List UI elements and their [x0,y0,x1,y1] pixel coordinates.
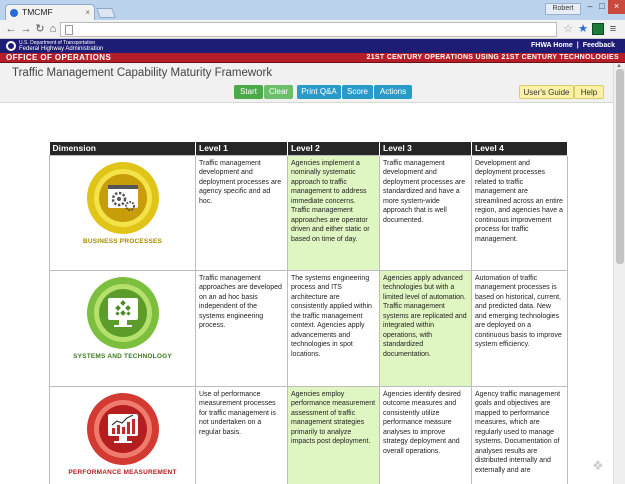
minimize-icon[interactable]: – [584,0,596,14]
table-row: SYSTEMS AND TECHNOLOGY Traffic managemen… [49,269,568,387]
tab-close-icon[interactable]: × [85,5,90,20]
level-3-cell[interactable]: Agencies apply advanced technologies but… [379,269,472,387]
header-level-1: Level 1 [195,142,288,155]
header-level-2: Level 2 [287,142,380,155]
favicon-icon [10,9,18,17]
help-button[interactable]: Help [574,85,604,99]
dimension-cell: BUSINESS PROCESSES [49,154,196,271]
reload-icon[interactable]: ↻ [33,22,47,36]
start-button[interactable]: Start [234,85,263,99]
link-separator: | [576,42,579,49]
business-processes-icon [86,161,159,234]
browser-tab[interactable]: TMCMF Assessment × [5,4,95,32]
level-3-cell[interactable]: Agencies identify desired outcome measur… [379,385,472,484]
home-icon[interactable]: ⌂ [46,22,60,36]
office-banner: OFFICE OF OPERATIONS 21ST CENTURY OPERAT… [0,53,625,63]
level-3-cell[interactable]: Traffic management development and deplo… [379,154,472,271]
page-icon [65,25,73,35]
office-name[interactable]: OFFICE OF OPERATIONS [6,53,111,63]
share-icon[interactable]: ❖ [592,458,604,474]
extension-icon[interactable] [592,23,604,35]
header-level-3: Level 3 [379,142,472,155]
performance-measurement-icon [86,392,159,465]
header-links: FHWA Home | Feedback [529,41,617,51]
maximize-icon[interactable]: □ [596,0,608,14]
dimension-cell: SYSTEMS AND TECHNOLOGY [49,269,196,387]
browser-titlebar: TMCMF Assessment × Robert – □ × [0,0,625,32]
level-4-cell[interactable]: Development and deployment processes rel… [471,154,568,271]
header-level-4: Level 4 [471,142,568,155]
feedback-link[interactable]: Feedback [581,42,617,49]
agency-name: Federal Highway Administration [19,46,104,52]
scroll-thumb[interactable] [616,69,624,264]
star-outline-icon[interactable]: ☆ [562,23,574,35]
dimension-cell: PERFORMANCE MEASUREMENT [49,385,196,484]
forward-icon[interactable]: → [19,22,33,36]
maturity-table: Dimension Level 1 Level 2 Level 3 Level … [49,142,568,484]
print-qa-button[interactable]: Print Q&A [297,85,341,99]
level-4-cell[interactable]: Agency traffic management goals and obje… [471,385,568,484]
clear-button[interactable]: Clear [264,85,293,99]
browser-toolbar: ← → ↻ ⌂ ☆ ★ ≡ [0,20,625,39]
level-1-cell[interactable]: Use of performance measurement processes… [195,385,288,484]
new-tab-button[interactable] [96,8,116,18]
table-row: PERFORMANCE MEASUREMENT Use of performan… [49,385,568,484]
actions-button[interactable]: Actions [374,85,412,99]
fhwa-home-link[interactable]: FHWA Home [529,42,575,49]
star-filled-icon[interactable]: ★ [577,23,589,35]
level-1-cell[interactable]: Traffic management approaches are develo… [195,269,288,387]
level-2-cell[interactable]: Agencies employ performance measurement … [287,385,380,484]
users-guide-button[interactable]: User's Guide [519,85,574,99]
menu-icon[interactable]: ≡ [607,23,619,35]
back-icon[interactable]: ← [4,22,18,36]
profile-button[interactable]: Robert [545,3,581,15]
title-area: Traffic Management Capability Maturity F… [0,63,613,103]
close-window-icon[interactable]: × [608,0,625,14]
systems-technology-icon [86,276,159,349]
header-dimension: Dimension [49,142,196,155]
dimension-label: PERFORMANCE MEASUREMENT [68,468,177,476]
address-bar[interactable] [60,22,557,37]
page-scrollbar[interactable]: ▲ [613,63,625,484]
table-header-row: Dimension Level 1 Level 2 Level 3 Level … [49,142,568,155]
dimension-label: SYSTEMS AND TECHNOLOGY [73,352,172,360]
dot-logo-icon [6,41,16,51]
page-title: Traffic Management Capability Maturity F… [12,67,273,79]
table-row: BUSINESS PROCESSES Traffic management de… [49,154,568,271]
level-4-cell[interactable]: Automation of traffic management process… [471,269,568,387]
score-button[interactable]: Score [342,85,373,99]
level-1-cell[interactable]: Traffic management development and deplo… [195,154,288,271]
fhwa-header: U.S. Department of Transportation Federa… [0,39,625,53]
level-2-cell[interactable]: The systems engineering process and ITS … [287,269,380,387]
dimension-label: BUSINESS PROCESSES [82,237,163,245]
level-2-cell[interactable]: Agencies implement a nominally systemati… [287,154,380,271]
office-tagline: 21ST CENTURY OPERATIONS USING 21ST CENTU… [366,54,619,61]
